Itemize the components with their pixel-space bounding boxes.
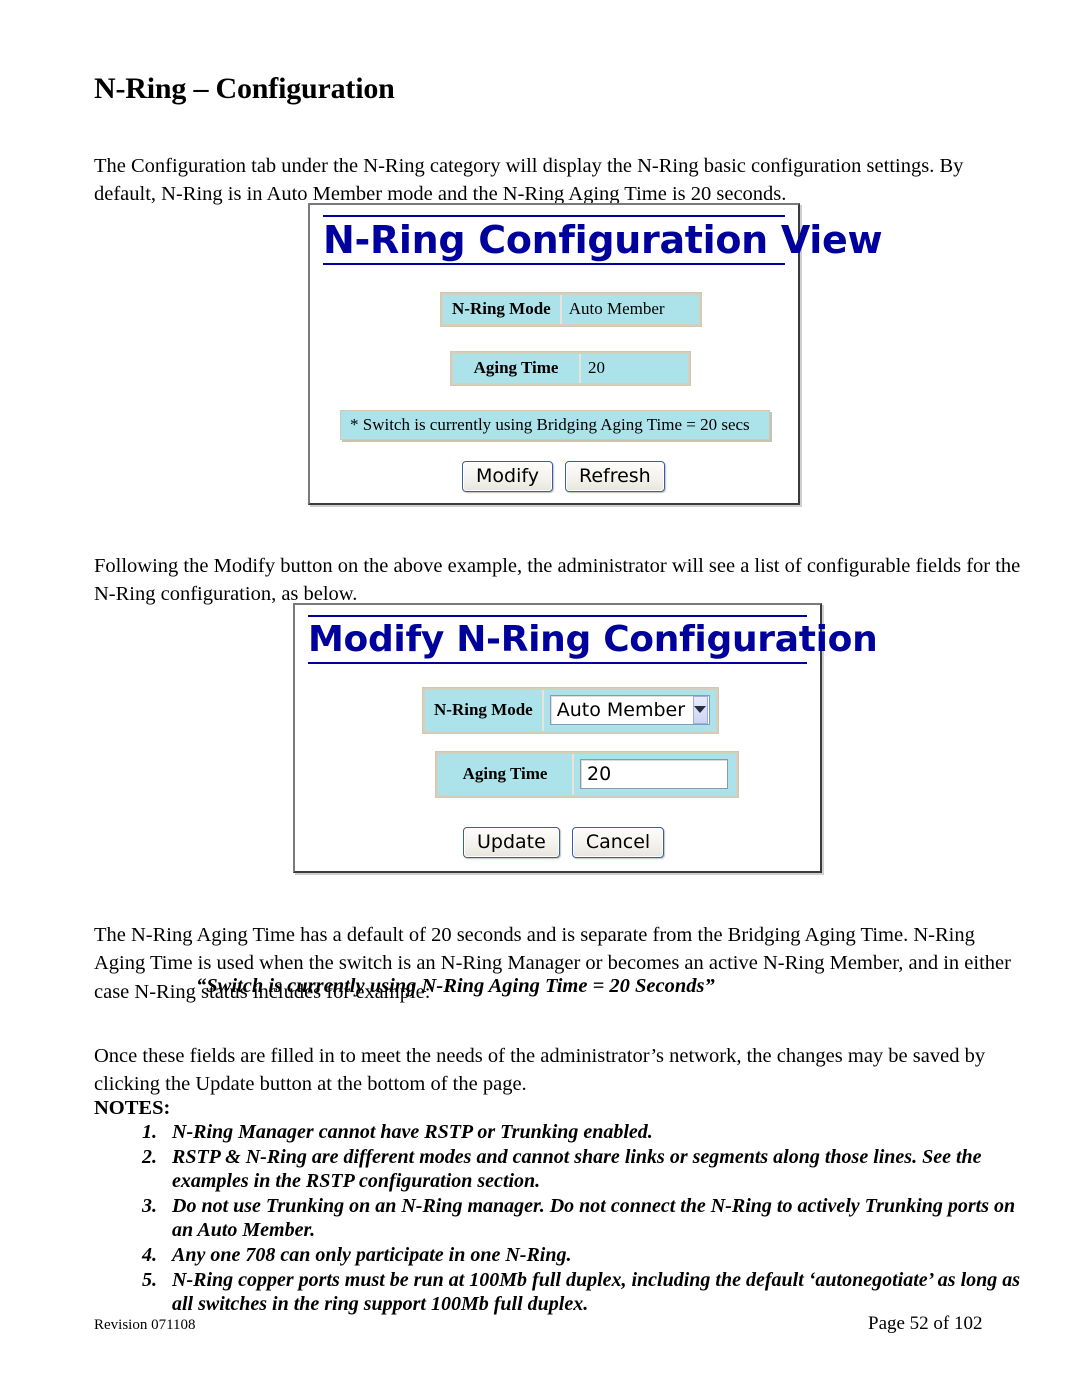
nring-mode-row: N-Ring Mode Auto Member: [440, 292, 702, 327]
page-title: N-Ring – Configuration: [94, 72, 395, 106]
panel-title-configuration-view: N-Ring Configuration View: [323, 215, 883, 265]
table-row: Aging Time 20: [453, 354, 688, 383]
aging-time-input[interactable]: 20: [580, 759, 728, 789]
nring-mode-selected-value: Auto Member: [556, 699, 686, 721]
note-number: 5.: [142, 1268, 157, 1291]
screenshot-nring-configuration-view: N-Ring Configuration View N-Ring Mode Au…: [308, 203, 883, 505]
notes-list: 1. N-Ring Manager cannot have RSTP or Tr…: [94, 1120, 1024, 1317]
modify-intro-paragraph: Following the Modify button on the above…: [94, 554, 1021, 606]
aging-time-label-modify: Aging Time: [438, 754, 574, 795]
nring-mode-row-modify: N-Ring Mode Auto Member: [422, 687, 719, 734]
note-text: RSTP & N-Ring are different modes and ca…: [172, 1145, 982, 1193]
table-row: N-Ring Mode Auto Member: [425, 690, 716, 731]
note-number: 4.: [142, 1243, 157, 1266]
aging-time-label: Aging Time: [453, 354, 581, 383]
nring-mode-value: Auto Member: [561, 295, 699, 324]
list-item: 4. Any one 708 can only participate in o…: [94, 1243, 1024, 1268]
status-example-quote: “Switch is currently using N-Ring Aging …: [196, 975, 715, 997]
nring-mode-select[interactable]: Auto Member: [549, 695, 710, 725]
note-text: Any one 708 can only participate in one …: [172, 1243, 572, 1266]
footer-page-number: Page 52 of 102: [868, 1313, 983, 1334]
notes-heading: NOTES:: [94, 1097, 171, 1119]
screenshot-modify-nring-configuration: Modify N-Ring Configuration N-Ring Mode …: [293, 603, 878, 873]
status-note: * Switch is currently using Bridging Agi…: [340, 410, 770, 440]
intro-paragraph: The Configuration tab under the N-Ring c…: [94, 154, 964, 206]
aging-time-value: 20: [581, 354, 688, 383]
panel-title-modify-configuration: Modify N-Ring Configuration: [308, 615, 878, 664]
nring-mode-label: N-Ring Mode: [443, 295, 562, 324]
table-row: Aging Time 20: [438, 754, 736, 795]
note-text: N-Ring copper ports must be run at 100Mb…: [172, 1268, 1021, 1316]
list-item: 2. RSTP & N-Ring are different modes and…: [94, 1145, 1024, 1194]
update-button[interactable]: Update: [463, 827, 560, 858]
footer-revision: Revision 071108: [94, 1317, 196, 1333]
list-item: 5. N-Ring copper ports must be run at 10…: [94, 1268, 1024, 1317]
nring-mode-label-modify: N-Ring Mode: [425, 690, 544, 731]
refresh-button[interactable]: Refresh: [564, 461, 665, 492]
note-number: 2.: [142, 1145, 157, 1168]
modify-button[interactable]: Modify: [462, 461, 553, 492]
table-row: N-Ring Mode Auto Member: [443, 295, 699, 324]
document-page: N-Ring – Configuration The Configuration…: [0, 0, 1080, 1397]
note-number: 1.: [142, 1121, 157, 1143]
aging-time-input-cell: 20: [574, 754, 736, 795]
aging-time-row: Aging Time 20: [450, 351, 691, 386]
update-paragraph: Once these fields are filled in to meet …: [94, 1044, 986, 1096]
cancel-button[interactable]: Cancel: [571, 827, 665, 858]
note-text: Do not use Trunking on an N-Ring manager…: [172, 1194, 1016, 1242]
button-row-modify: Update Cancel: [463, 827, 665, 858]
list-item: 1. N-Ring Manager cannot have RSTP or Tr…: [94, 1120, 1024, 1145]
note-text: N-Ring Manager cannot have RSTP or Trunk…: [172, 1121, 653, 1143]
nring-mode-select-cell: Auto Member: [543, 690, 716, 731]
list-item: 3. Do not use Trunking on an N-Ring mana…: [94, 1194, 1024, 1243]
button-row-view: Modify Refresh: [462, 461, 665, 492]
note-number: 3.: [142, 1194, 157, 1217]
aging-time-row-modify: Aging Time 20: [435, 751, 739, 798]
chevron-down-icon[interactable]: [693, 696, 708, 724]
